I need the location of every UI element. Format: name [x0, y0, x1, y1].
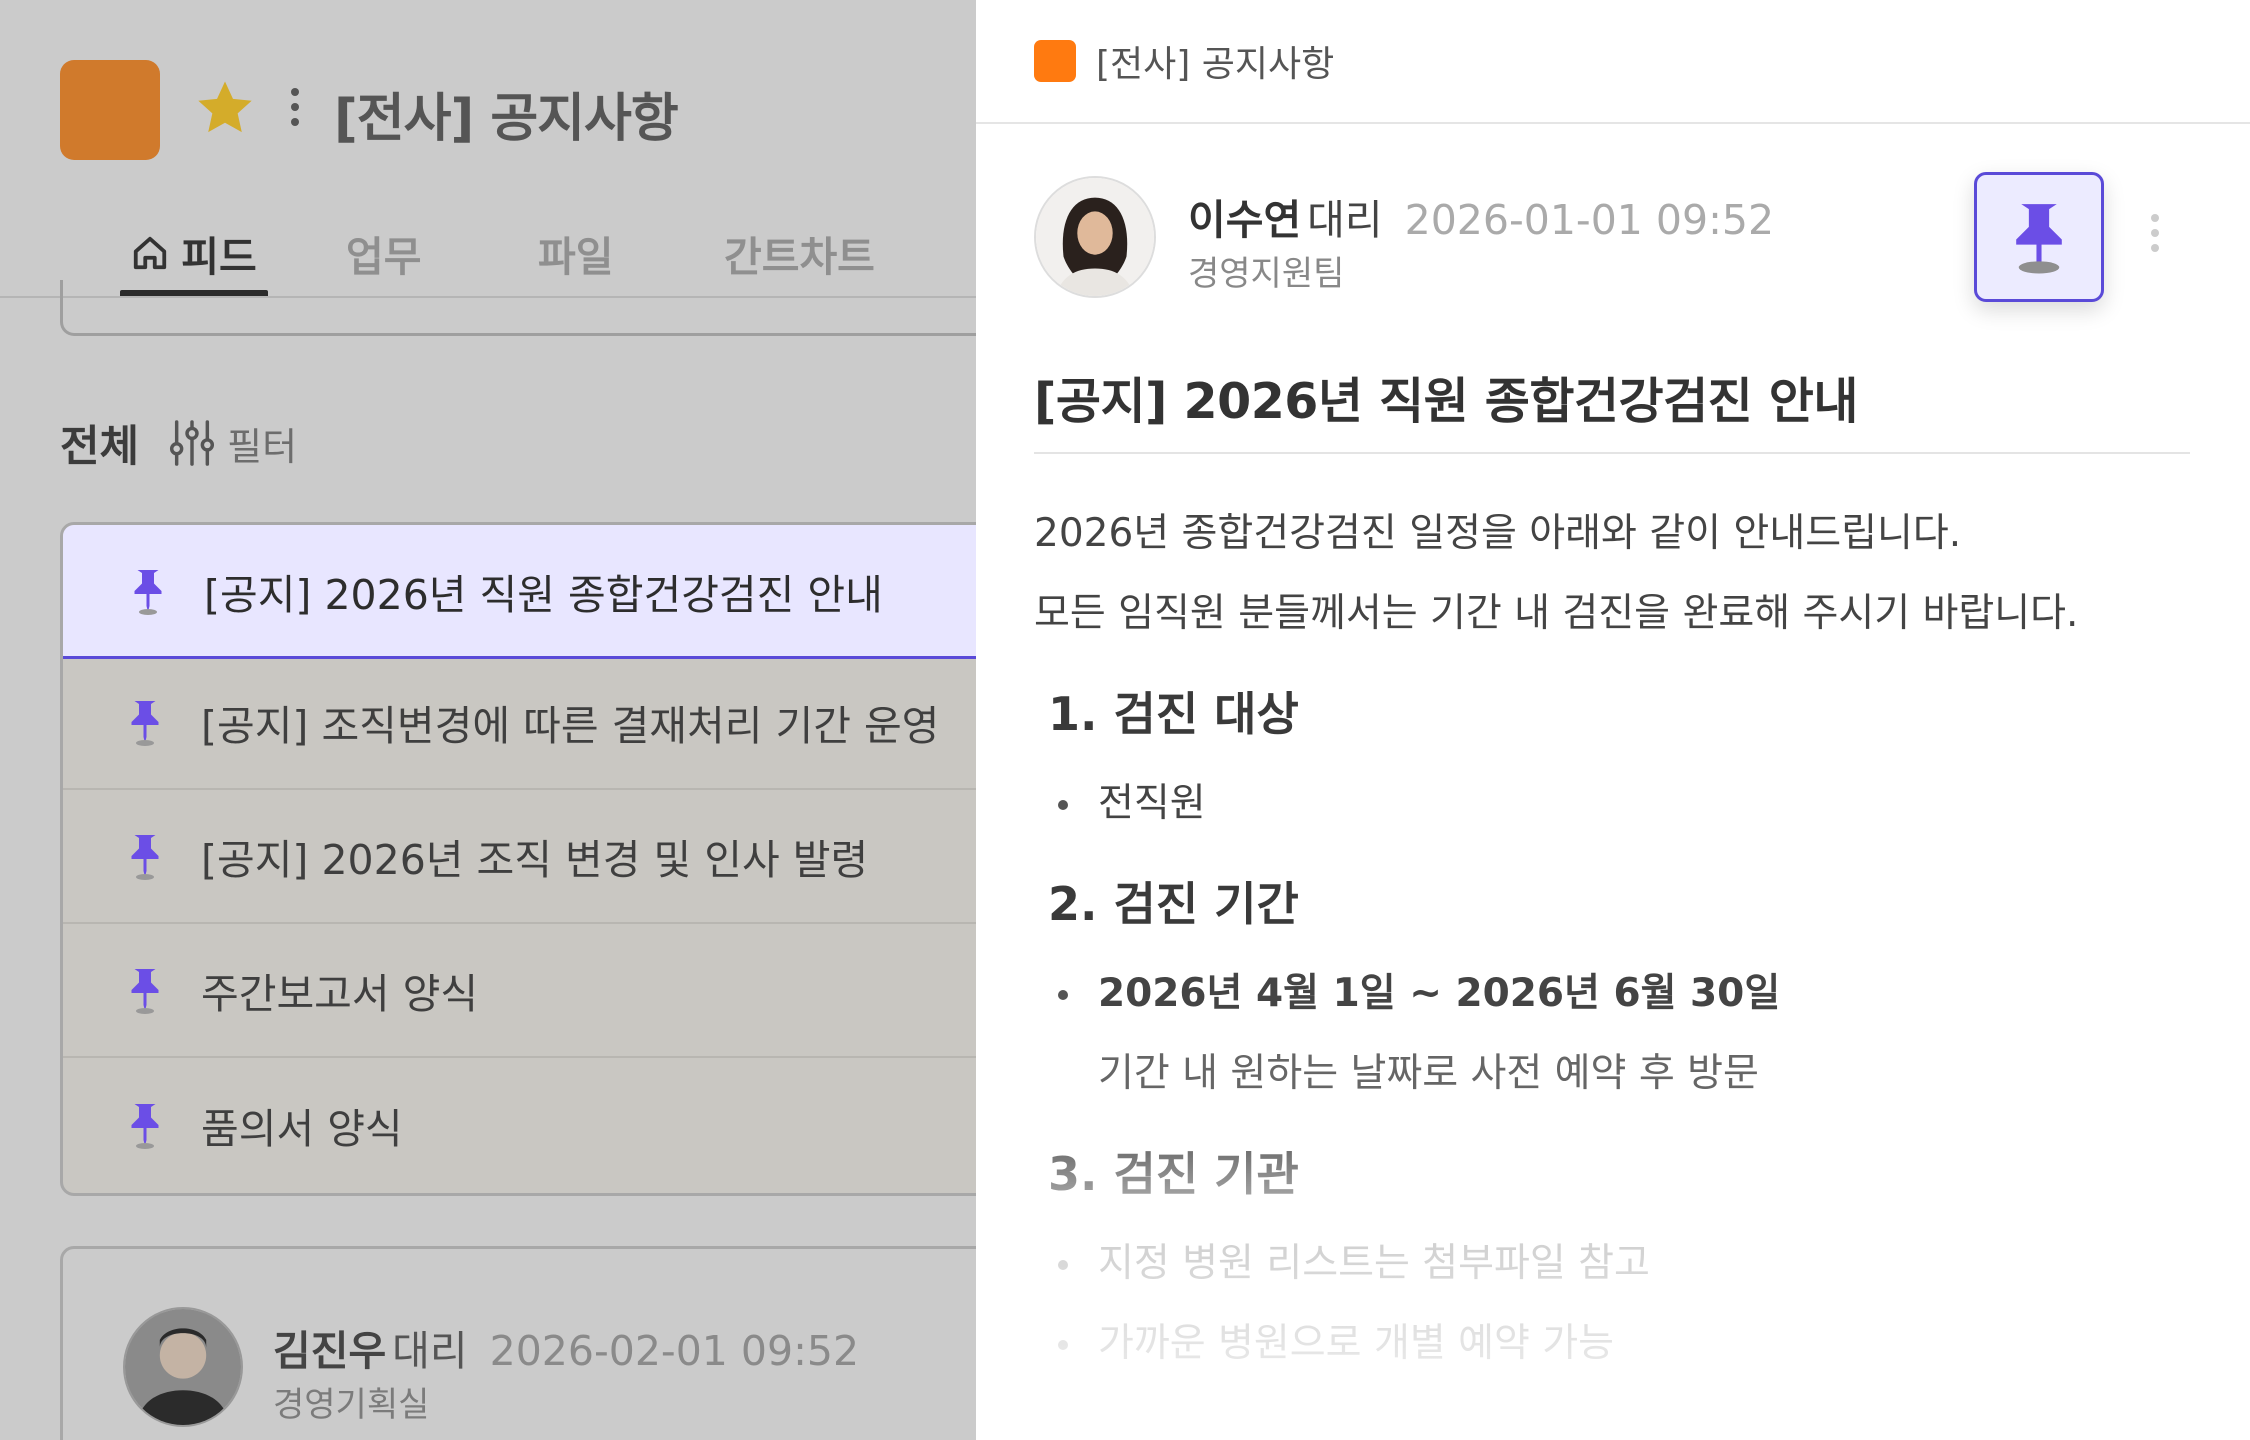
bullet-list: 전직원: [1048, 764, 2194, 844]
pinned-item-label: 주간보고서 양식: [201, 970, 479, 1018]
section-heading: 3. 검진 기관: [1048, 1147, 1299, 1201]
panel-header: [전사] 공지사항: [976, 0, 2250, 124]
author-rank: 대리: [1307, 196, 1383, 244]
post-author-line: 김진우 대리 2026-02-01 09:52: [273, 1317, 859, 1377]
post-datetime: 2026-01-01 09:52: [1404, 196, 1775, 244]
post-datetime: 2026-02-01 09:52: [489, 1327, 860, 1375]
bullet-item: 가까운 병원으로 개별 예약 가능: [1048, 1304, 2194, 1384]
tab-gantt-label: 간트차트: [724, 233, 875, 281]
body-paragraph: 모든 임직원 분들께서는 기간 내 검진을 완료해 주시기 바랍니다.: [1034, 591, 2079, 636]
pinned-item[interactable]: 품의서 양식: [63, 1058, 976, 1192]
filter-button-label[interactable]: 필터: [227, 416, 297, 471]
channel-feed: [전사] 공지사항 피드 업무 파일 간트차트 전체 필터 [공지] 2026년…: [0, 0, 976, 1440]
bullet-list: 지정 병원 리스트는 첨부파일 참고 가까운 병원으로 개별 예약 가능: [1048, 1224, 2194, 1384]
author-name[interactable]: 이수연: [1188, 196, 1301, 244]
star-icon[interactable]: [192, 76, 258, 142]
bullet-item: 지정 병원 리스트는 첨부파일 참고: [1048, 1224, 2194, 1304]
author-team: 경영지원팀: [1188, 254, 1345, 294]
pinned-item-label: 품의서 양식: [201, 1105, 403, 1153]
post-detail-panel: [전사] 공지사항 이수연 대리 2026-01-01 09:52 경영지원팀 [공…: [976, 0, 2250, 1440]
pinned-item[interactable]: [공지] 2026년 조직 변경 및 인사 발령: [63, 790, 976, 924]
tab-tasks-label: 업무: [346, 233, 422, 281]
bullet-item: 전직원: [1048, 764, 2194, 844]
section-heading: 2. 검진 기간: [1048, 877, 1299, 931]
avatar[interactable]: [1034, 176, 1156, 298]
bullet-item: 2026년 4월 1일 ~ 2026년 6월 30일: [1048, 954, 2194, 1034]
room-avatar[interactable]: [60, 60, 160, 160]
post-body: 2026년 종합건강검진 일정을 아래와 같이 안내드립니다. 모든 임직원 분…: [1034, 494, 2194, 1384]
home-icon: [134, 236, 167, 270]
bullet-list: 2026년 4월 1일 ~ 2026년 6월 30일: [1048, 954, 2194, 1034]
tab-feed-label: 피드: [181, 233, 257, 281]
tab-files-label: 파일: [538, 233, 614, 281]
author-rank: 대리: [392, 1327, 468, 1375]
filter-sliders-icon[interactable]: [169, 418, 215, 468]
title-divider: [1034, 452, 2190, 454]
pinned-item-label: [공지] 조직변경에 따른 결재처리 기간 운영: [201, 702, 940, 750]
pinned-item[interactable]: 주간보고서 양식: [63, 924, 976, 1058]
pinned-list: [공지] 2026년 직원 종합건강검진 안내 [공지] 조직변경에 따른 결재…: [60, 522, 976, 1196]
room-menu-icon[interactable]: [288, 84, 302, 134]
post-menu-icon[interactable]: [2148, 210, 2162, 260]
post-author-line: 이수연 대리 2026-01-01 09:52: [1188, 186, 1774, 246]
pin-icon: [134, 569, 162, 615]
pin-icon: [2016, 204, 2062, 274]
author-team: 경영기획실: [273, 1385, 430, 1425]
pinned-item[interactable]: [공지] 2026년 직원 종합건강검진 안내: [63, 525, 976, 659]
pin-icon: [131, 1104, 159, 1149]
panel-room-title[interactable]: [전사] 공지사항: [1096, 35, 1334, 87]
avatar[interactable]: [123, 1307, 243, 1427]
filter-title: 전체: [60, 422, 140, 472]
composer-box[interactable]: [60, 280, 976, 336]
pin-icon: [131, 969, 159, 1014]
post-title: [공지] 2026년 직원 종합건강검진 안내: [1034, 373, 1858, 430]
room-title: [전사] 공지사항: [334, 89, 679, 149]
pin-toggle-button[interactable]: [1974, 172, 2104, 302]
pin-icon: [131, 835, 159, 880]
pinned-item-label: [공지] 2026년 직원 종합건강검진 안내: [204, 570, 883, 619]
author-name[interactable]: 김진우: [273, 1327, 386, 1375]
pinned-item-label: [공지] 2026년 조직 변경 및 인사 발령: [201, 836, 869, 884]
bullet-note: 기간 내 원하는 날짜로 사전 예약 후 방문: [1098, 1051, 1759, 1096]
feed-post-card[interactable]: 김진우 대리 2026-02-01 09:52 경영기획실: [60, 1246, 976, 1440]
room-color-icon: [1034, 40, 1076, 82]
body-paragraph: 2026년 종합건강검진 일정을 아래와 같이 안내드립니다.: [1034, 511, 1962, 556]
pinned-item[interactable]: [공지] 조직변경에 따른 결재처리 기간 운영: [63, 656, 976, 790]
filter-row: 전체 필터: [60, 412, 297, 474]
section-heading: 1. 검진 대상: [1048, 687, 1299, 741]
pin-icon: [131, 701, 159, 746]
